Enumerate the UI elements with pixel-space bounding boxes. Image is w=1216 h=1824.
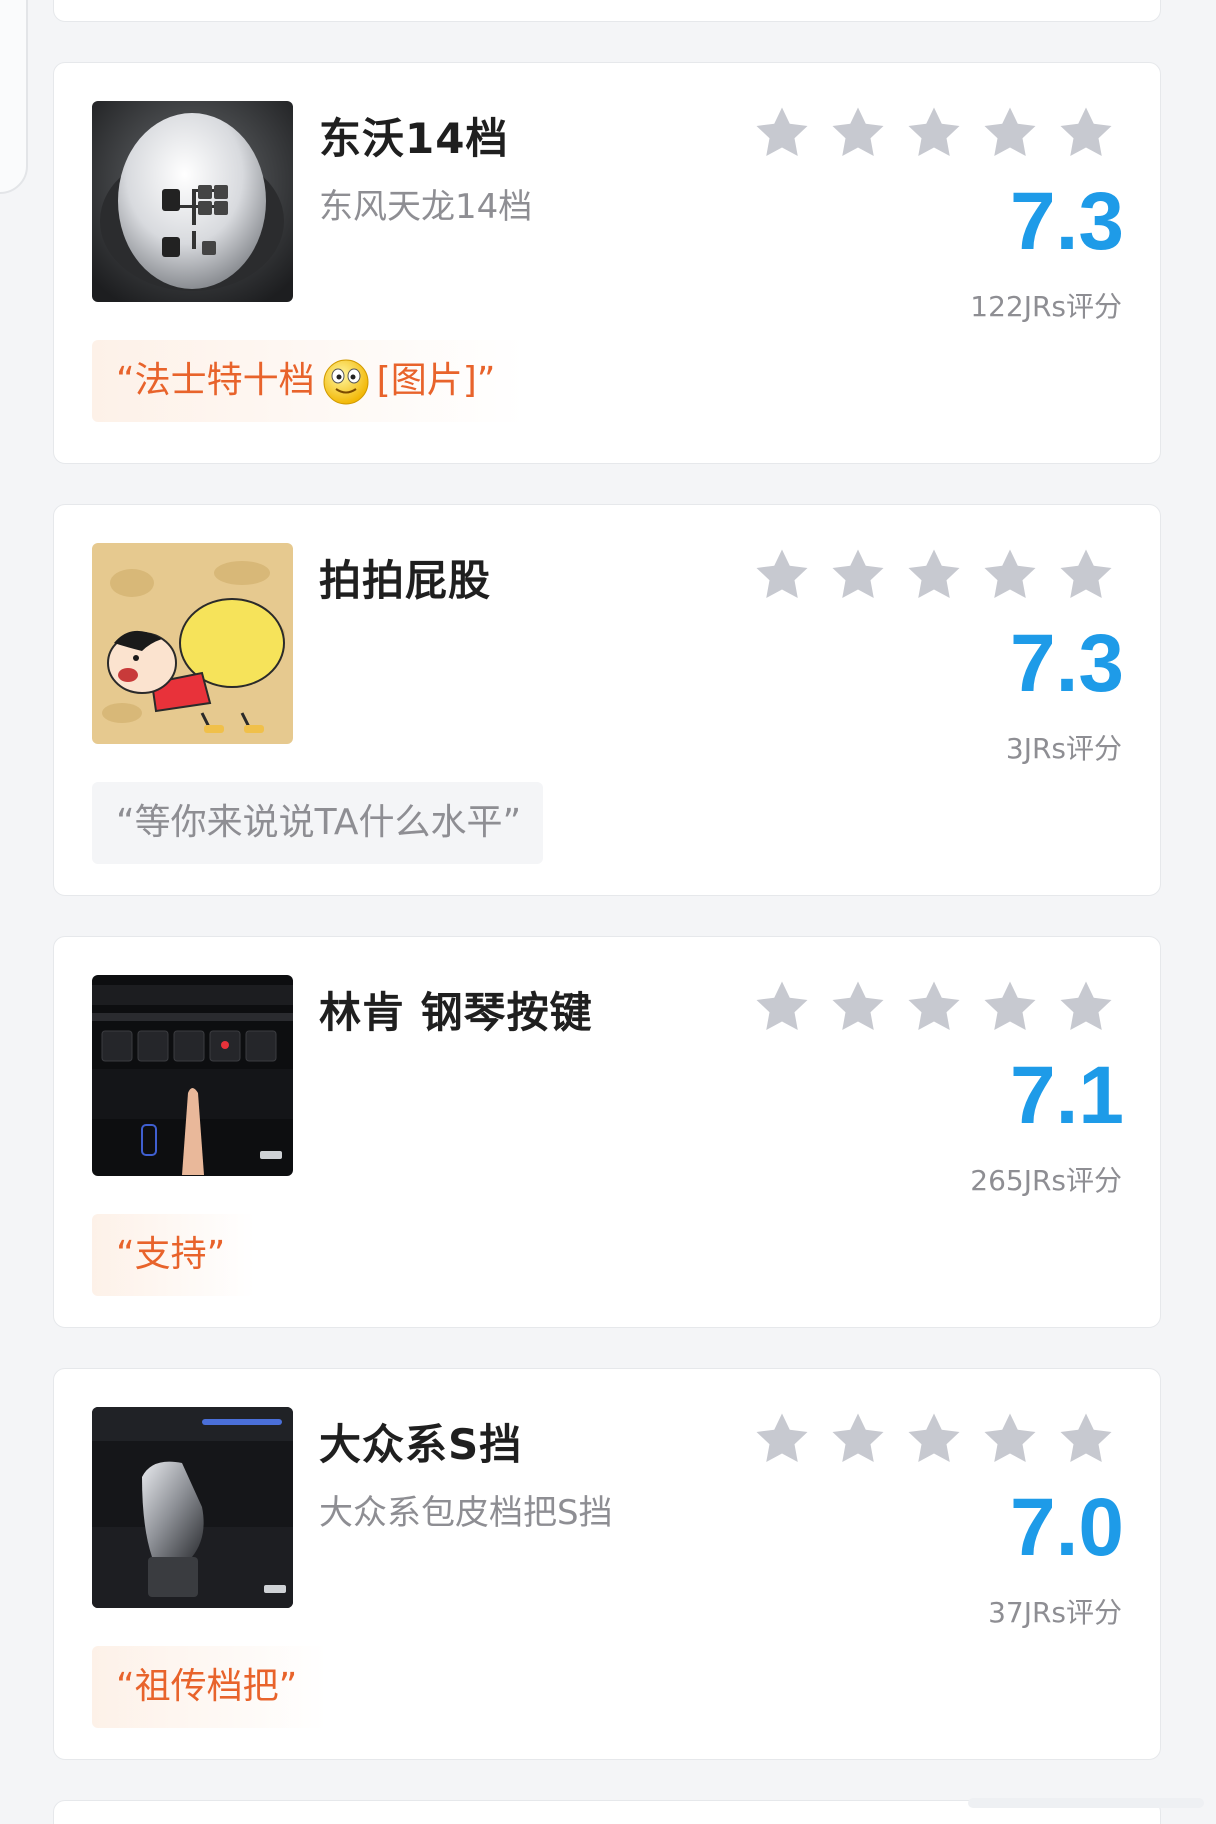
star-icon[interactable] bbox=[980, 545, 1040, 605]
smiley-emoji-icon bbox=[323, 359, 369, 405]
rating-score: 7.0 bbox=[1010, 1482, 1124, 1573]
star-icon[interactable] bbox=[1056, 545, 1116, 605]
comment-text-suffix: [图片]” bbox=[376, 360, 496, 401]
rating-count: 37JRs评分 bbox=[988, 1596, 1122, 1629]
list-item[interactable]: 拍拍屁股 7.3 3JRs评分 “等你来说说TA什么水平” bbox=[53, 504, 1161, 896]
comment-placeholder[interactable]: “等你来说说TA什么水平” bbox=[92, 782, 544, 864]
star-icon[interactable] bbox=[980, 977, 1040, 1037]
star-icon[interactable] bbox=[980, 103, 1040, 163]
list-item[interactable]: 林肯 钢琴按键 7.1 265JRs评分 “支持” bbox=[53, 936, 1161, 1328]
star-icon[interactable] bbox=[904, 977, 964, 1037]
rating-list-page: 东沃14档 东风天龙14档 7.3 122JRs评分 “法士特十档 [图片]” … bbox=[0, 0, 1216, 1824]
item-subtitle: 大众系包皮档把S挡 bbox=[319, 1493, 613, 1533]
item-title[interactable]: 林肯 钢琴按键 bbox=[319, 979, 593, 1040]
rating-count: 122JRs评分 bbox=[970, 290, 1122, 323]
star-icon[interactable] bbox=[828, 103, 888, 163]
gear-lever-image bbox=[92, 1407, 293, 1608]
gear-shifter-image bbox=[92, 101, 293, 302]
comment-text: “法士特十档 bbox=[116, 360, 315, 401]
star-icon[interactable] bbox=[904, 103, 964, 163]
star-icon[interactable] bbox=[752, 977, 812, 1037]
star-icon[interactable] bbox=[1056, 1409, 1116, 1469]
star-icon[interactable] bbox=[828, 545, 888, 605]
item-subtitle: 东风天龙14档 bbox=[319, 187, 533, 227]
star-icon[interactable] bbox=[828, 1409, 888, 1469]
thumbnail-cartoon[interactable] bbox=[92, 543, 293, 744]
star-icon[interactable] bbox=[904, 545, 964, 605]
cartoon-character-image bbox=[92, 543, 293, 744]
item-title[interactable]: 拍拍屁股 bbox=[319, 547, 491, 608]
thumbnail-piano-keys[interactable] bbox=[92, 975, 293, 1176]
star-rating[interactable] bbox=[752, 1409, 1116, 1469]
star-icon[interactable] bbox=[1056, 103, 1116, 163]
rating-count: 265JRs评分 bbox=[970, 1164, 1122, 1197]
star-rating[interactable] bbox=[752, 545, 1116, 605]
rating-score: 7.3 bbox=[1010, 618, 1124, 709]
item-title[interactable]: 东沃14档 bbox=[319, 105, 508, 166]
list-item[interactable]: 大众系S挡 大众系包皮档把S挡 7.0 37JRs评分 “祖传档把” bbox=[53, 1368, 1161, 1760]
scroll-indicator bbox=[968, 1798, 1204, 1808]
rating-score: 7.3 bbox=[1010, 176, 1124, 267]
piano-key-shifter-image bbox=[92, 975, 293, 1176]
list-item[interactable]: 东沃14档 东风天龙14档 7.3 122JRs评分 “法士特十档 [图片]” bbox=[53, 62, 1161, 464]
thumbnail-gear-lever[interactable] bbox=[92, 1407, 293, 1608]
item-title[interactable]: 大众系S挡 bbox=[319, 1411, 522, 1472]
top-comment[interactable]: “祖传档把” bbox=[92, 1646, 328, 1728]
star-icon[interactable] bbox=[828, 977, 888, 1037]
star-icon[interactable] bbox=[752, 1409, 812, 1469]
star-icon[interactable] bbox=[980, 1409, 1040, 1469]
thumbnail-gear-shifter[interactable] bbox=[92, 101, 293, 302]
star-icon[interactable] bbox=[1056, 977, 1116, 1037]
side-panel-edge bbox=[0, 0, 28, 194]
list-item-partial-top[interactable] bbox=[53, 0, 1161, 22]
star-icon[interactable] bbox=[752, 545, 812, 605]
rating-count: 3JRs评分 bbox=[1005, 732, 1122, 765]
top-comment[interactable]: “支持” bbox=[92, 1214, 256, 1296]
star-rating[interactable] bbox=[752, 977, 1116, 1037]
star-rating[interactable] bbox=[752, 103, 1116, 163]
rating-score: 7.1 bbox=[1010, 1050, 1124, 1141]
star-icon[interactable] bbox=[752, 103, 812, 163]
top-comment[interactable]: “法士特十档 [图片]” bbox=[92, 340, 526, 422]
star-icon[interactable] bbox=[904, 1409, 964, 1469]
